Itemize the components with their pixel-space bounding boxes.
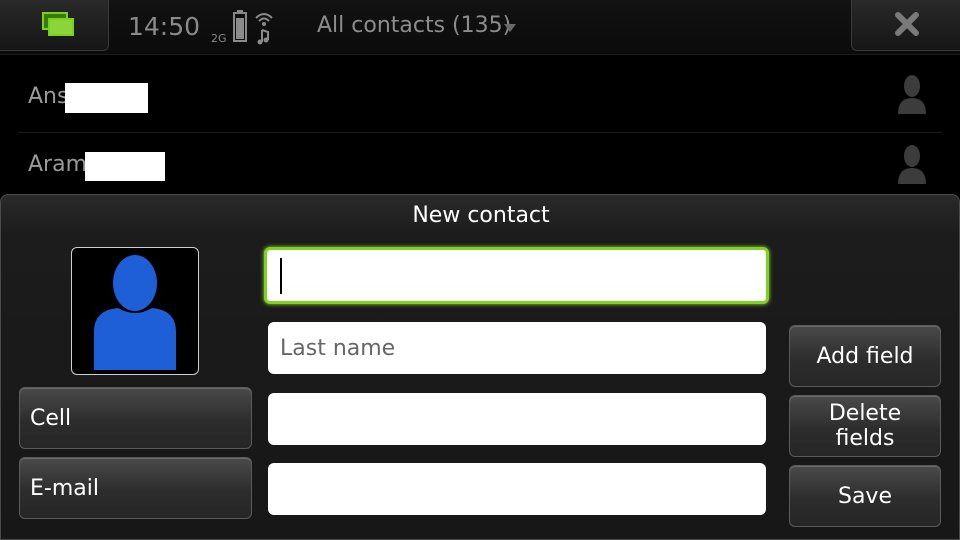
contact-avatar-icon <box>898 145 926 184</box>
contact-avatar-icon <box>898 75 926 114</box>
email-type-button[interactable]: E-mail <box>19 457 252 519</box>
clock: 14:50 <box>128 12 201 41</box>
avatar-placeholder-icon <box>94 255 176 370</box>
contact-name: Aram <box>28 152 88 177</box>
dialog-title: New contact <box>412 203 550 228</box>
list-item[interactable]: Aram <box>18 132 942 203</box>
list-item[interactable]: Ans <box>18 62 942 133</box>
redacted-block <box>65 83 148 113</box>
signal-icon <box>255 13 273 45</box>
network-type: 2G <box>211 32 227 45</box>
redacted-block <box>85 152 165 181</box>
save-button[interactable]: Save <box>789 465 941 527</box>
close-icon <box>895 12 919 36</box>
last-name-field[interactable] <box>268 322 766 374</box>
add-field-button[interactable]: Add field <box>789 325 941 387</box>
contact-photo-button[interactable] <box>71 247 199 375</box>
cell-type-button[interactable]: Cell <box>19 387 252 449</box>
contact-name: Ans <box>28 84 69 109</box>
battery-icon <box>233 10 247 42</box>
close-button[interactable] <box>851 0 960 51</box>
status-bar: 14:50 2G All contacts (135) <box>0 0 960 55</box>
email-field[interactable] <box>268 463 766 515</box>
view-title-menu[interactable]: All contacts (135) <box>317 13 511 38</box>
dropdown-arrow-icon[interactable] <box>504 24 516 32</box>
first-name-field[interactable] <box>264 247 769 304</box>
text-cursor <box>280 258 282 294</box>
task-switcher-button[interactable] <box>0 0 109 51</box>
delete-fields-button[interactable]: Delete fields <box>789 395 941 457</box>
cell-field[interactable] <box>268 393 766 445</box>
